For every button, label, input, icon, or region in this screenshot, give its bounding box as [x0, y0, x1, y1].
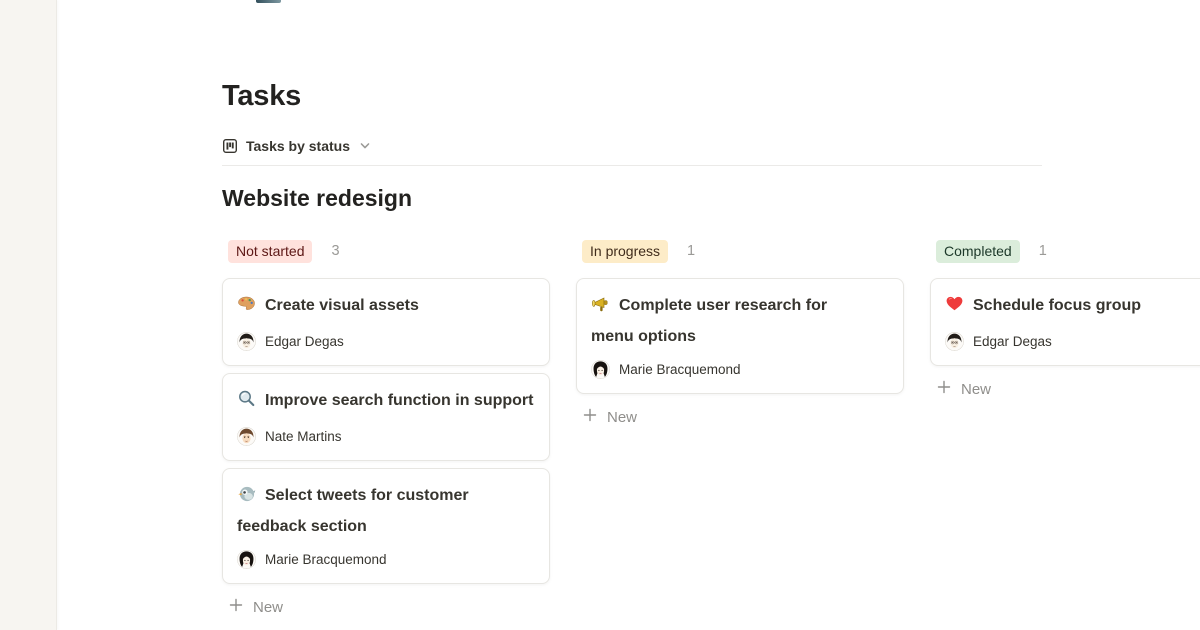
card-title-row: Schedule focus group [945, 292, 1200, 323]
avatar-marie-bracquemond [237, 550, 256, 569]
status-badge[interactable]: Not started [228, 240, 312, 263]
column-header[interactable]: Not started 3 [222, 239, 550, 263]
assignee-name: Marie Bracquemond [619, 362, 741, 377]
status-badge[interactable]: Completed [936, 240, 1020, 263]
page-content: Tasks Tasks by status Website redesign N… [222, 0, 1200, 617]
avatar-nate-martins [237, 427, 256, 446]
card-title: Complete user research for menu options [591, 297, 827, 345]
task-card[interactable]: Select tweets for customer feedback sect… [222, 468, 550, 584]
add-new-card-button[interactable]: New [930, 379, 991, 399]
column-count: 3 [331, 243, 339, 259]
board-view-icon [222, 138, 238, 154]
assignee-name: Marie Bracquemond [265, 552, 387, 567]
assignee-row: Marie Bracquemond [591, 360, 889, 379]
new-label: New [607, 409, 637, 426]
card-title: Create visual assets [265, 297, 419, 314]
megaphone-icon [591, 294, 610, 323]
new-label: New [253, 599, 283, 616]
column-count: 1 [687, 243, 695, 259]
task-card[interactable]: Schedule focus group [930, 278, 1200, 366]
view-tabs-divider [222, 165, 1042, 166]
column-completed: Completed 1 Schedule focus group [930, 239, 1200, 399]
column-not-started: Not started 3 Cre [222, 239, 550, 617]
card-title-row: Improve search function in support [237, 387, 535, 418]
column-header[interactable]: Completed 1 [930, 239, 1200, 263]
palette-icon [237, 294, 256, 323]
assignee-row: Marie Bracquemond [237, 550, 535, 569]
assignee-row: Edgar Degas [945, 332, 1200, 351]
card-title: Select tweets for customer feedback sect… [237, 487, 469, 535]
assignee-name: Edgar Degas [265, 334, 344, 349]
assignee-name: Edgar Degas [973, 334, 1052, 349]
status-badge[interactable]: In progress [582, 240, 668, 263]
plus-icon [228, 597, 244, 617]
column-header[interactable]: In progress 1 [576, 239, 904, 263]
view-switcher[interactable]: Tasks by status [222, 138, 372, 154]
add-new-card-button[interactable]: New [576, 407, 637, 427]
card-list: Create visual assets [222, 278, 550, 584]
task-card[interactable]: Improve search function in support [222, 373, 550, 461]
plus-icon [582, 407, 598, 427]
column-in-progress: In progress 1 Complete user resear [576, 239, 904, 427]
task-card[interactable]: Complete user research for menu options [576, 278, 904, 394]
card-list: Schedule focus group [930, 278, 1200, 366]
kanban-board: Not started 3 Cre [222, 239, 1200, 617]
card-title: Schedule focus group [973, 297, 1141, 314]
view-switcher-label: Tasks by status [246, 138, 350, 154]
left-sidebar [0, 0, 57, 630]
card-title-row: Create visual assets [237, 292, 535, 323]
assignee-name: Nate Martins [265, 429, 342, 444]
assignee-row: Edgar Degas [237, 332, 535, 351]
card-list: Complete user research for menu options [576, 278, 904, 394]
column-count: 1 [1039, 243, 1047, 259]
avatar-edgar-degas [945, 332, 964, 351]
board-title: Website redesign [222, 185, 1200, 212]
avatar-edgar-degas [237, 332, 256, 351]
assignee-row: Nate Martins [237, 427, 535, 446]
card-title: Improve search function in support [265, 392, 533, 409]
card-title-row: Select tweets for customer feedback sect… [237, 482, 535, 541]
chevron-down-icon[interactable] [358, 139, 372, 153]
magnifying-glass-icon [237, 389, 256, 418]
bird-icon [237, 484, 256, 513]
task-card[interactable]: Create visual assets [222, 278, 550, 366]
avatar-marie-bracquemond [591, 360, 610, 379]
page-title: Tasks [222, 80, 1200, 113]
add-new-card-button[interactable]: New [222, 597, 283, 617]
plus-icon [936, 379, 952, 399]
card-title-row: Complete user research for menu options [591, 292, 889, 351]
red-heart-icon [945, 294, 964, 323]
new-label: New [961, 381, 991, 398]
